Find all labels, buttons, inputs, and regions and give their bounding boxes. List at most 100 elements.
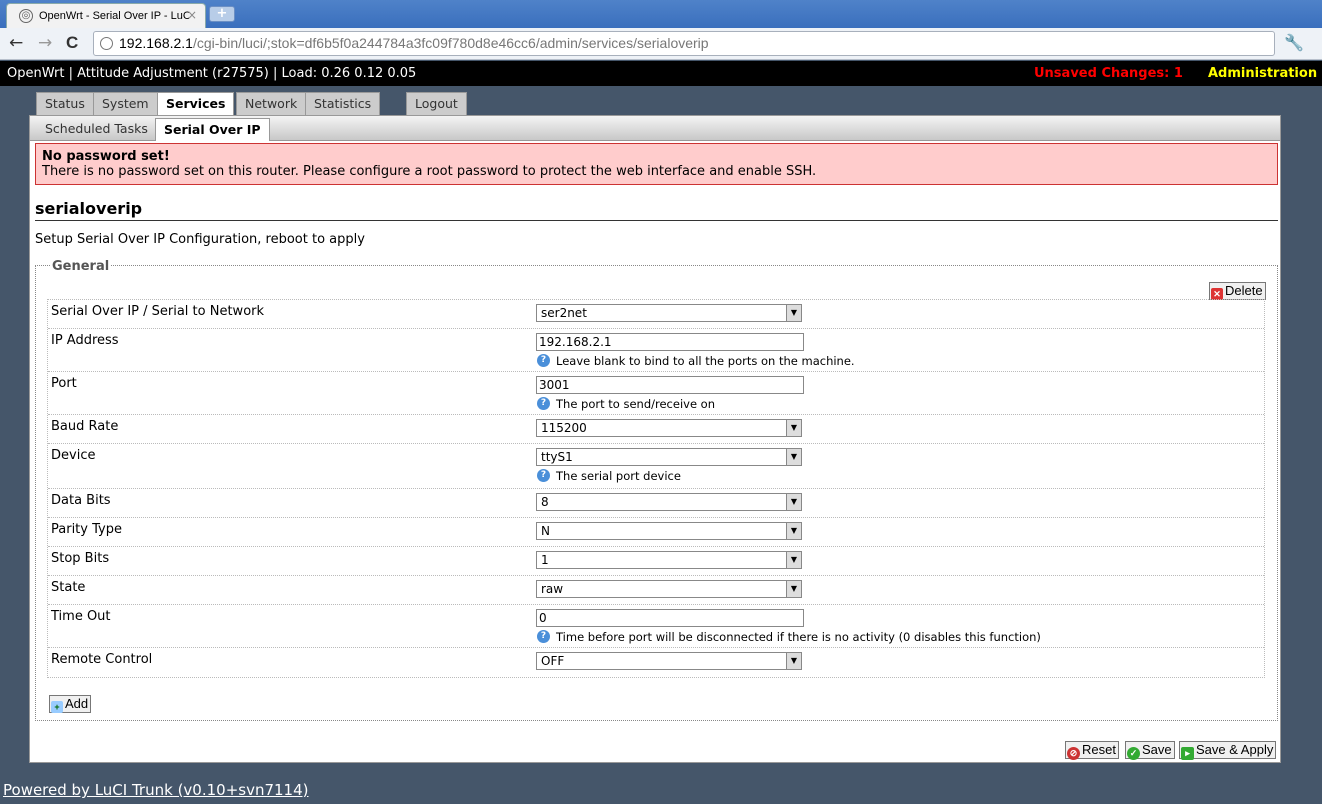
new-tab-button[interactable]: + — [209, 6, 235, 22]
remote-control-select[interactable]: OFF ▼ — [536, 652, 802, 670]
page-title: serialoverip — [35, 199, 1278, 221]
delete-button[interactable]: ✕ Delete — [1209, 282, 1266, 300]
databits-value: 8 — [541, 495, 549, 509]
option-row-stopbits: Stop Bits 1 ▼ — [48, 547, 1264, 576]
fieldset-legend: General — [50, 259, 112, 274]
help-icon: ? — [537, 397, 550, 410]
page-info-icon[interactable] — [100, 37, 113, 50]
page-area: Status System Services Network Statistic… — [0, 86, 1310, 798]
baud-value: 115200 — [541, 421, 587, 435]
baud-label: Baud Rate — [51, 419, 119, 434]
state-select[interactable]: raw ▼ — [536, 580, 802, 598]
stop-bits-select[interactable]: 1 ▼ — [536, 551, 802, 569]
databits-label: Data Bits — [51, 493, 111, 508]
ip-address-input[interactable] — [536, 333, 804, 351]
device-hint: ? The serial port device — [536, 469, 802, 483]
help-icon: ? — [537, 469, 550, 482]
add-icon: + — [51, 701, 63, 713]
tab-logout[interactable]: Logout — [406, 92, 467, 115]
back-arrow-icon[interactable]: ← — [9, 33, 23, 53]
chevron-down-icon: ▼ — [786, 420, 801, 436]
baud-rate-select[interactable]: 115200 ▼ — [536, 419, 802, 437]
mode-select[interactable]: ser2net ▼ — [536, 304, 802, 322]
save-button[interactable]: ✓ Save — [1125, 741, 1175, 760]
url-host: 192.168.2.1 — [119, 35, 193, 51]
parity-label: Parity Type — [51, 522, 122, 537]
device-value: ttyS1 — [541, 450, 573, 464]
option-row-device: Device ttyS1 ▼? The serial port device — [48, 444, 1264, 489]
state-label: State — [51, 580, 86, 595]
unsaved-changes-link[interactable]: Unsaved Changes: 1 — [1034, 66, 1183, 81]
remote-value: OFF — [541, 654, 565, 668]
save-apply-label: Save & Apply — [1196, 742, 1274, 757]
state-value: raw — [541, 582, 564, 596]
timeout-hint-text: Time before port will be disconnected if… — [556, 630, 1041, 644]
header-title: OpenWrt | Attitude Adjustment (r27575) |… — [7, 66, 417, 81]
option-row-ip: IP Address ? Leave blank to bind to all t… — [48, 329, 1264, 372]
delete-label: Delete — [1225, 283, 1263, 298]
port-hint: ? The port to send/receive on — [536, 397, 804, 411]
stopbits-label: Stop Bits — [51, 551, 110, 566]
main-content: No password set! There is no password se… — [29, 141, 1281, 763]
mode-value: ser2net — [541, 306, 587, 320]
subtab-scheduled-tasks[interactable]: Scheduled Tasks — [37, 118, 156, 142]
subtab-serial-over-ip[interactable]: Serial Over IP — [155, 118, 270, 142]
option-row-databits: Data Bits 8 ▼ — [48, 489, 1264, 518]
device-hint-text: The serial port device — [556, 469, 681, 483]
sub-tab-bar: Scheduled Tasks Serial Over IP — [29, 115, 1281, 142]
option-row-baud: Baud Rate 115200 ▼ — [48, 415, 1264, 444]
wrench-icon[interactable]: 🔧 — [1284, 33, 1304, 52]
remote-label: Remote Control — [51, 652, 153, 667]
option-row-port: Port ? The port to send/receive on — [48, 372, 1264, 415]
port-input[interactable] — [536, 376, 804, 394]
browser-tab-title: OpenWrt - Serial Over IP - LuCI — [39, 10, 189, 22]
data-bits-select[interactable]: 8 ▼ — [536, 493, 802, 511]
luci-header: OpenWrt | Attitude Adjustment (r27575) |… — [0, 61, 1322, 86]
alert-text: There is no password set on this router.… — [42, 164, 817, 179]
add-label: Add — [65, 696, 89, 711]
browser-tab-strip: ◎ OpenWrt - Serial Over IP - LuCI × + — [0, 0, 1322, 28]
globe-icon: ◎ — [19, 9, 33, 23]
url-text: 192.168.2.1/cgi-bin/luci/;stok=df6b5f0a2… — [119, 35, 709, 51]
stopbits-value: 1 — [541, 553, 549, 567]
save-icon: ✓ — [1127, 747, 1140, 760]
general-fieldset: General ✕ Delete Serial Over IP / Serial … — [35, 259, 1278, 721]
tab-network[interactable]: Network — [236, 92, 307, 115]
device-label: Device — [51, 448, 96, 463]
chevron-down-icon: ▼ — [786, 494, 801, 510]
reload-icon[interactable]: C — [66, 33, 78, 53]
administration-link[interactable]: Administration — [1208, 66, 1317, 81]
chevron-down-icon: ▼ — [786, 523, 801, 539]
no-password-alert: No password set! There is no password se… — [35, 143, 1278, 185]
ip-hint: ? Leave blank to bind to all the ports on… — [536, 354, 855, 368]
port-label: Port — [51, 376, 77, 391]
help-icon: ? — [537, 630, 550, 643]
forward-arrow-icon[interactable]: → — [38, 33, 52, 53]
port-hint-text: The port to send/receive on — [556, 397, 716, 411]
close-tab-icon[interactable]: × — [187, 8, 197, 22]
reset-button[interactable]: ⊘ Reset — [1065, 741, 1119, 760]
save-label: Save — [1142, 742, 1172, 757]
help-icon: ? — [537, 354, 550, 367]
option-row-state: State raw ▼ — [48, 576, 1264, 605]
timeout-input[interactable] — [536, 609, 804, 627]
reset-label: Reset — [1082, 742, 1116, 757]
address-bar[interactable]: 192.168.2.1/cgi-bin/luci/;stok=df6b5f0a2… — [93, 31, 1275, 56]
add-button[interactable]: + Add — [49, 695, 92, 713]
device-select[interactable]: ttyS1 ▼ — [536, 448, 802, 466]
tab-statistics[interactable]: Statistics — [305, 92, 381, 115]
save-apply-icon: ▸ — [1181, 747, 1194, 760]
options-table: Serial Over IP / Serial to Network ser2n… — [47, 299, 1265, 678]
browser-tab[interactable]: ◎ OpenWrt - Serial Over IP - LuCI × — [6, 3, 206, 28]
ip-label: IP Address — [51, 333, 119, 348]
url-path: /cgi-bin/luci/;stok=df6b5f0a244784a3fc09… — [192, 35, 709, 51]
tab-status[interactable]: Status — [36, 92, 94, 115]
footer-link[interactable]: Powered by LuCI Trunk (v0.10+svn7114) — [3, 781, 309, 799]
tab-system[interactable]: System — [93, 92, 158, 115]
parity-select[interactable]: N ▼ — [536, 522, 802, 540]
save-apply-button[interactable]: ▸ Save & Apply — [1179, 741, 1277, 760]
ip-hint-text: Leave blank to bind to all the ports on … — [556, 354, 855, 368]
tab-services[interactable]: Services — [157, 92, 235, 117]
reset-icon: ⊘ — [1067, 747, 1080, 760]
timeout-label: Time Out — [51, 609, 111, 624]
